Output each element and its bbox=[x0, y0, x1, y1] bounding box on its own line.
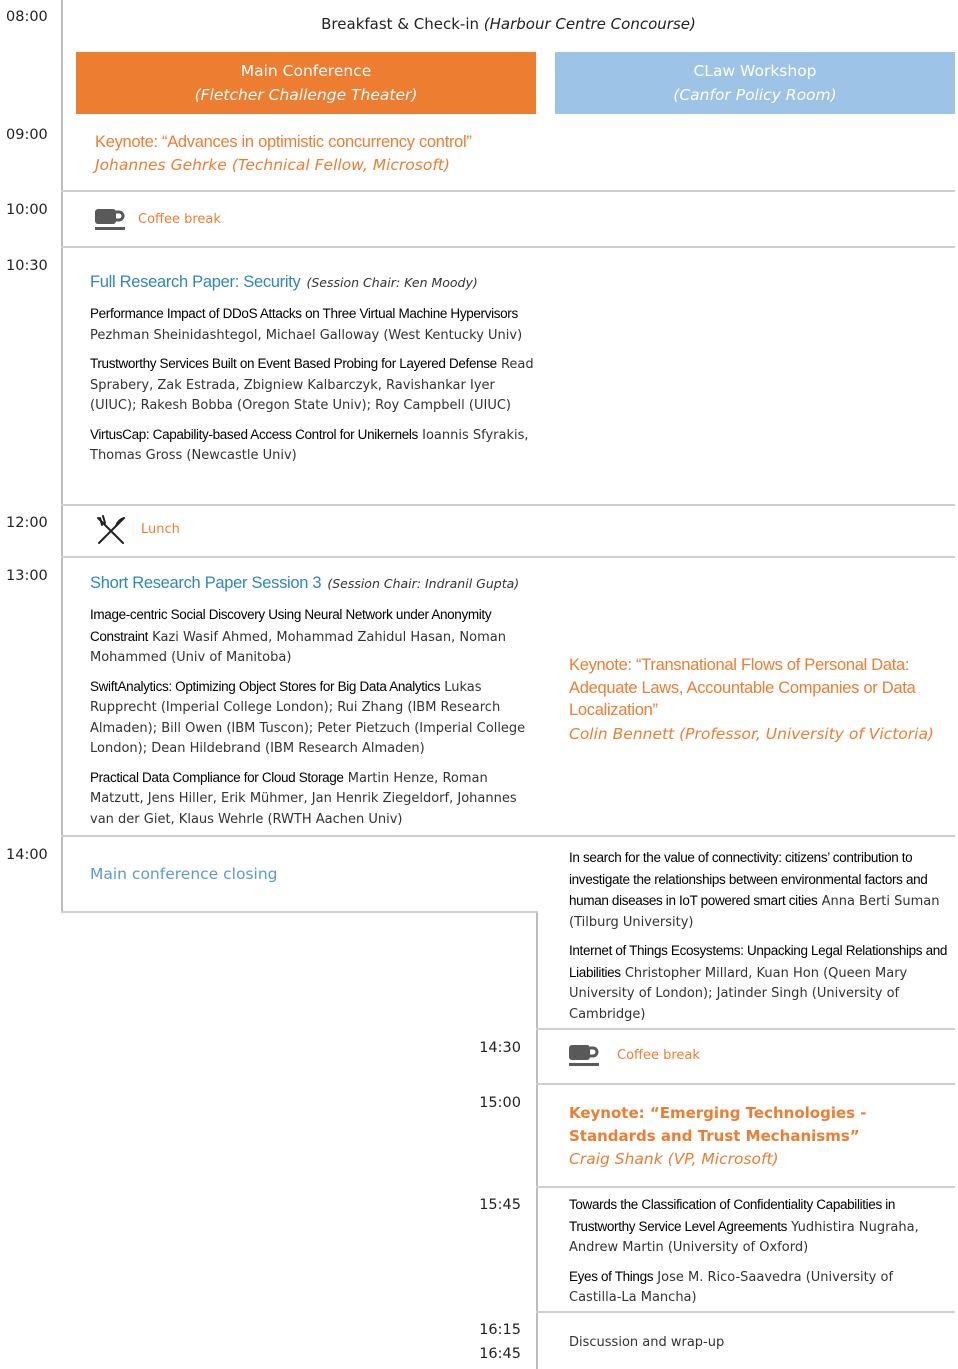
keynote-speaker: Craig Shank (VP, Microsoft) bbox=[569, 1150, 779, 1168]
time-label: 12:00 bbox=[6, 515, 48, 531]
breakfast-location: (Harbour Centre Concourse) bbox=[483, 15, 696, 33]
breakfast-row: Breakfast & Check-in (Harbour Centre Con… bbox=[62, 15, 955, 33]
paper-entry: VirtusCap: Capability-based Access Contr… bbox=[90, 425, 540, 467]
paper-entry: Internet of Things Ecosystems: Unpacking… bbox=[569, 941, 949, 1025]
fork-knife-icon bbox=[95, 515, 127, 551]
track-location: (Canfor Policy Room) bbox=[673, 86, 837, 104]
track-location: (Fletcher Challenge Theater) bbox=[194, 86, 418, 104]
keynote-1: Keynote: “Advances in optimistic concurr… bbox=[95, 131, 535, 177]
keynote-2: Keynote: “Transnational Flows of Persona… bbox=[569, 654, 949, 746]
divider bbox=[61, 190, 955, 192]
paper-entry: Towards the Classification of Confidenti… bbox=[569, 1195, 949, 1259]
time-label: 08:00 bbox=[6, 9, 48, 25]
divider bbox=[536, 1083, 955, 1085]
divider bbox=[61, 504, 955, 506]
keynote-title: Keynote: “Transnational Flows of Persona… bbox=[569, 656, 916, 719]
paper-title: Performance Impact of DDoS Attacks on Th… bbox=[90, 306, 518, 321]
paper-entry: Eyes of Things Jose M. Rico-Saavedra (Un… bbox=[569, 1267, 949, 1309]
paper-entry: In search for the value of connectivity:… bbox=[569, 848, 949, 933]
divider bbox=[536, 1311, 955, 1313]
keynote-3: Keynote: “Emerging Technologies - Standa… bbox=[569, 1102, 949, 1171]
paper-title: Practical Data Compliance for Cloud Stor… bbox=[90, 769, 344, 785]
paper-entry: SwiftAnalytics: Optimizing Object Stores… bbox=[90, 677, 530, 760]
main-conference-closing: Main conference closing bbox=[90, 865, 278, 883]
paper-authors: Kazi Wasif Ahmed, Mohammad Zahidul Hasan… bbox=[90, 629, 506, 666]
time-label: 16:45 bbox=[479, 1346, 521, 1362]
time-label: 14:30 bbox=[479, 1040, 521, 1056]
time-label: 10:00 bbox=[6, 202, 48, 218]
keynote-title: Keynote: “Emerging Technologies - Standa… bbox=[569, 1104, 867, 1145]
coffee-cup-icon bbox=[569, 1044, 601, 1072]
keynote-speaker: Johannes Gehrke (Technical Fellow, Micro… bbox=[95, 156, 450, 174]
coffee-cup-icon bbox=[95, 208, 127, 236]
divider bbox=[61, 911, 538, 913]
track-title: CLaw Workshop bbox=[693, 62, 817, 80]
claw-papers-1: In search for the value of connectivity:… bbox=[569, 848, 949, 1025]
paper-entry: Image-centric Social Discovery Using Neu… bbox=[90, 605, 530, 669]
coffee-break-label: Coffee break bbox=[617, 1048, 700, 1063]
track-header-main: Main Conference (Fletcher Challenge Thea… bbox=[76, 52, 536, 114]
paper-title: Trustworthy Services Built on Event Base… bbox=[90, 356, 497, 371]
paper-title: VirtusCap: Capability-based Access Contr… bbox=[90, 426, 418, 442]
paper-entry: Trustworthy Services Built on Event Base… bbox=[90, 354, 540, 417]
paper-entry: Performance Impact of DDoS Attacks on Th… bbox=[90, 304, 540, 346]
divider bbox=[61, 556, 955, 558]
discussion-wrap-up: Discussion and wrap-up bbox=[569, 1335, 725, 1350]
session-title: Short Research Paper Session 3 bbox=[90, 574, 322, 592]
paper-title: Eyes of Things bbox=[569, 1268, 654, 1284]
session-2: Short Research Paper Session 3 (Session C… bbox=[90, 572, 530, 830]
timeline-axis-right bbox=[536, 912, 538, 1369]
time-label: 16:15 bbox=[479, 1322, 521, 1338]
time-label: 14:00 bbox=[6, 847, 48, 863]
claw-papers-2: Towards the Classification of Confidenti… bbox=[569, 1195, 949, 1309]
lunch-label: Lunch bbox=[141, 522, 180, 537]
session-1: Full Research Paper: Security (Session Ch… bbox=[90, 271, 540, 467]
keynote-speaker: Colin Bennett (Professor, University of … bbox=[569, 724, 934, 743]
time-label: 09:00 bbox=[6, 127, 48, 143]
time-label: 15:45 bbox=[479, 1197, 521, 1213]
track-header-claw: CLaw Workshop (Canfor Policy Room) bbox=[555, 52, 955, 114]
timeline-axis-left bbox=[61, 0, 63, 912]
paper-authors: Pezhman Sheinidashtegol, Michael Gallowa… bbox=[90, 327, 523, 343]
time-label: 15:00 bbox=[479, 1095, 521, 1111]
divider bbox=[536, 1028, 955, 1030]
keynote-title: Keynote: “Advances in optimistic concurr… bbox=[95, 133, 472, 151]
divider bbox=[61, 835, 955, 837]
track-title: Main Conference bbox=[240, 62, 372, 80]
divider bbox=[536, 1186, 955, 1188]
coffee-break-label: Coffee break bbox=[138, 212, 221, 227]
session-chair: (Session Chair: Indranil Gupta) bbox=[327, 576, 520, 591]
breakfast-label: Breakfast & Check-in bbox=[321, 15, 480, 33]
session-chair: (Session Chair: Ken Moody) bbox=[306, 275, 478, 290]
time-label: 13:00 bbox=[6, 568, 48, 584]
paper-title: SwiftAnalytics: Optimizing Object Stores… bbox=[90, 678, 441, 694]
session-title: Full Research Paper: Security bbox=[90, 273, 301, 291]
divider bbox=[61, 246, 955, 248]
paper-entry: Practical Data Compliance for Cloud Stor… bbox=[90, 768, 530, 831]
time-label: 10:30 bbox=[6, 258, 48, 274]
